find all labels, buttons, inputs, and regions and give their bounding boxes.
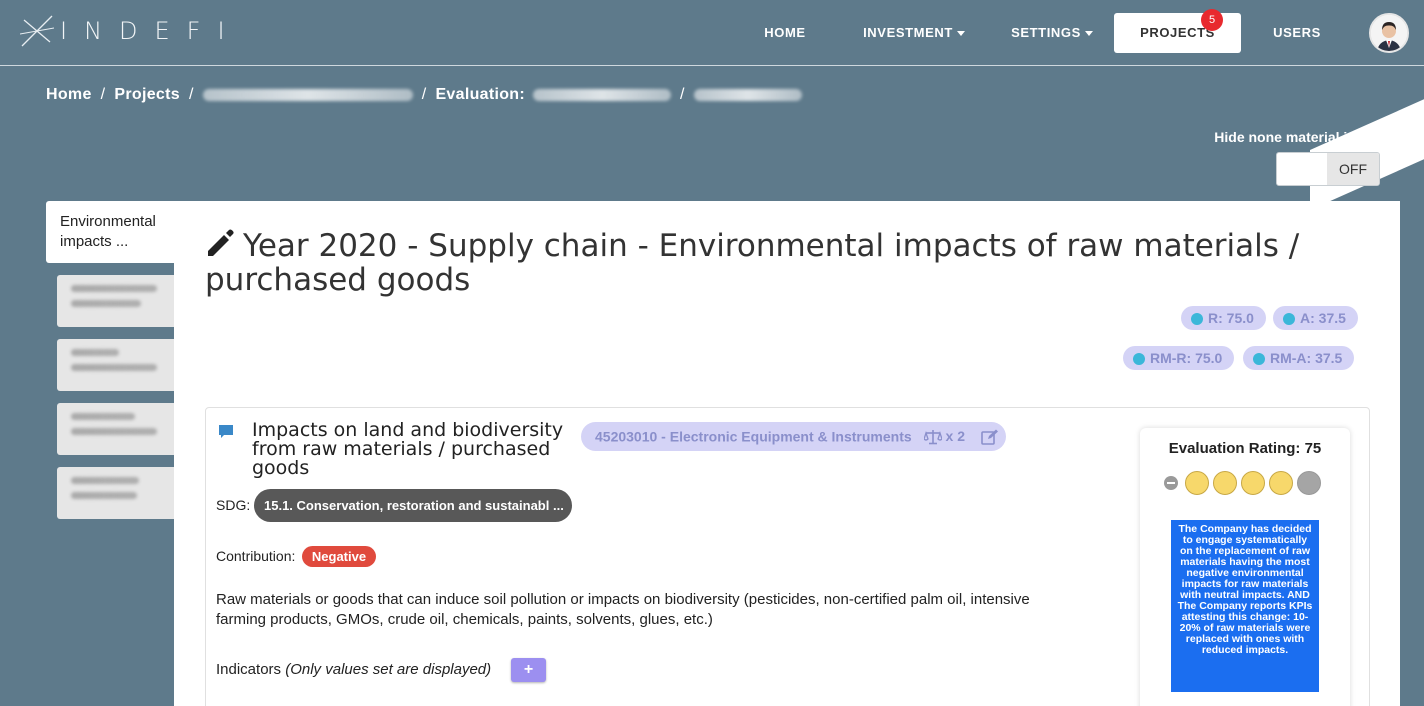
indefi-logo[interactable]: INDEFI [20,14,242,48]
score-rm-a-pill: RM-A: 37.5 [1243,346,1355,370]
scale-balance-icon [923,429,942,444]
breadcrumb-separator: / [100,86,106,103]
hide-none-material-label: Hide none material items [1214,129,1380,145]
sdg-label: SDG: [216,497,251,513]
score-rm-a-text: RM-A: 37.5 [1270,350,1343,366]
score-dot-icon [1283,313,1295,325]
breadcrumb-home[interactable]: Home [46,86,92,104]
avatar-person-icon [1371,15,1407,51]
score-dot-icon [1253,353,1265,365]
breadcrumb-project-redacted[interactable] [202,89,413,101]
breadcrumb: Home / Projects / / Evaluation: / [46,86,802,104]
redacted-text [71,285,157,292]
evaluation-rating-title: Evaluation Rating: 75 [1168,440,1322,457]
nav-investment[interactable]: INVESTMENT [850,13,978,53]
contribution-badge: Negative [302,546,376,567]
nav-users[interactable]: USERS [1257,13,1337,53]
breadcrumb-evaluation[interactable]: Evaluation: [435,86,525,104]
rating-level-1[interactable] [1185,471,1209,495]
tab-redacted-4[interactable] [57,467,177,519]
clear-rating-icon[interactable] [1164,476,1178,490]
caret-down-icon [956,31,965,37]
tab-redacted-3[interactable] [57,403,177,455]
sdg-value-pill[interactable]: 15.1. Conservation, restoration and sust… [254,489,572,522]
main-nav: HOME INVESTMENT SETTINGS PROJECTS 5 USER… [740,9,1337,53]
rating-selector [1164,471,1325,495]
indicators-note: (Only values set are displayed) [285,661,492,678]
breadcrumb-item-redacted[interactable] [693,89,802,101]
redacted-text [71,364,157,371]
tab-environmental-impacts[interactable]: Environmental impacts ... [46,201,186,263]
score-rm-r-text: RM-R: 75.0 [1150,350,1223,366]
breadcrumb-separator: / [680,86,685,103]
score-rm-r-pill: RM-R: 75.0 [1123,346,1235,370]
indicators-title: Indicators [216,661,282,678]
score-a-pill: A: 37.5 [1273,306,1358,330]
sector-multiplier: x 2 [945,428,966,444]
score-dot-icon [1191,313,1203,325]
breadcrumb-evaluation-redacted[interactable] [533,89,671,101]
impact-description: Raw materials or goods that can induce s… [216,591,1030,628]
comment-icon[interactable] [218,424,234,440]
redacted-text [71,300,141,307]
edit-icon[interactable] [981,429,999,445]
impact-title: Impacts on land and biodiversity from ra… [252,419,564,479]
indicators-label: Indicators (Only values set are displaye… [216,661,491,678]
redacted-text [71,428,157,435]
breadcrumb-projects[interactable]: Projects [114,86,180,104]
user-avatar[interactable] [1369,13,1409,53]
caret-down-icon [1084,31,1093,37]
page-title-text: Year 2020 - Supply chain - Environmental… [205,228,1300,298]
hide-none-material-toggle[interactable]: OFF [1276,152,1380,186]
logo-mark-icon [20,15,54,47]
background-decoration [1310,87,1424,210]
breadcrumb-separator: / [421,86,427,103]
contribution-label: Contribution: [216,548,296,564]
nav-home[interactable]: HOME [740,13,830,53]
rating-level-3[interactable] [1241,471,1265,495]
rating-level-2[interactable] [1213,471,1237,495]
nav-projects[interactable]: PROJECTS 5 [1114,9,1241,53]
nav-investment-label: INVESTMENT [863,25,953,40]
page-title: Year 2020 - Supply chain - Environmental… [205,228,1305,297]
toggle-off-label: OFF [1327,153,1379,185]
tab-redacted-1[interactable] [57,275,177,327]
nav-settings[interactable]: SETTINGS [1002,13,1102,53]
nav-settings-label: SETTINGS [1011,25,1081,40]
rating-description: The Company has decided to engage system… [1171,520,1319,692]
redacted-text [71,477,139,484]
projects-count-badge: 5 [1201,9,1223,31]
score-a-text: A: 37.5 [1300,310,1346,326]
sector-text: 45203010 - Electronic Equipment & Instru… [595,428,912,445]
sector-pill: 45203010 - Electronic Equipment & Instru… [581,422,1006,451]
tab-redacted-2[interactable] [57,339,177,391]
rating-level-4[interactable] [1269,471,1293,495]
logo-text: INDEFI [60,17,242,45]
rating-level-5[interactable] [1297,471,1321,495]
score-dot-icon [1133,353,1145,365]
redacted-text [71,349,119,356]
add-indicator-button[interactable]: + [511,658,546,682]
score-r-text: R: 75.0 [1208,310,1254,326]
redacted-text [71,492,137,499]
top-navbar: INDEFI HOME INVESTMENT SETTINGS PROJECTS… [0,0,1424,66]
evaluation-rating-card: Evaluation Rating: 75 The Company has de… [1140,428,1350,706]
score-r-pill: R: 75.0 [1181,306,1266,330]
breadcrumb-separator: / [188,86,194,103]
redacted-text [71,413,135,420]
pencil-edit-icon[interactable] [205,228,235,258]
